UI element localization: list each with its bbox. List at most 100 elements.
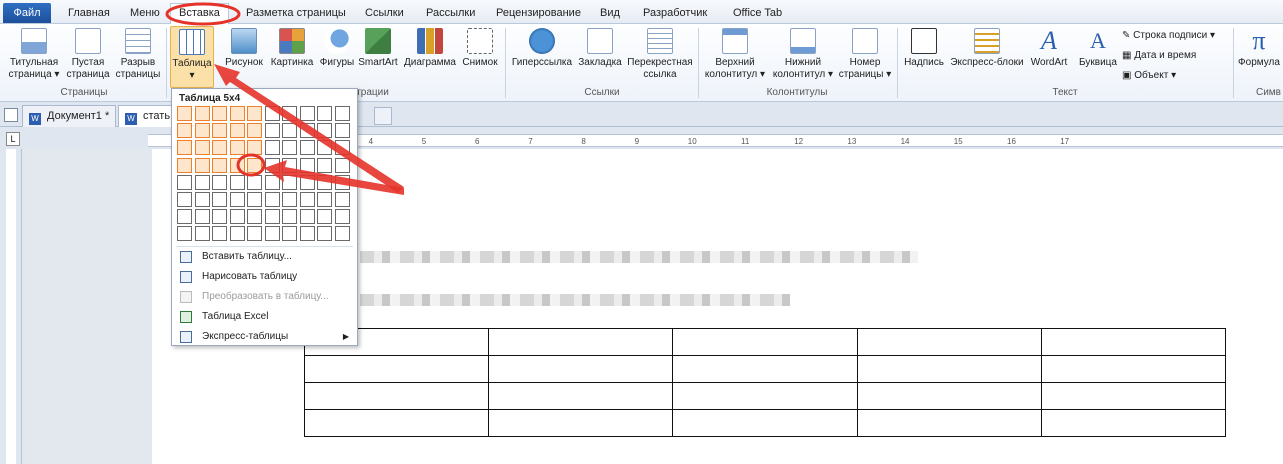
table-grid-cell[interactable] [247, 157, 262, 173]
table-cell[interactable] [1040, 409, 1227, 437]
table-grid-cell[interactable] [282, 209, 297, 225]
table-cell[interactable] [303, 409, 490, 437]
table-grid-cell[interactable] [264, 106, 280, 121]
table-grid-cell[interactable] [194, 106, 210, 121]
table-grid-cell[interactable] [229, 226, 245, 242]
object-button[interactable]: ▣ Объект ▾ [1122, 68, 1176, 84]
table-grid-cell[interactable] [264, 226, 280, 242]
blank-page-button[interactable]: Пустая страница [64, 26, 112, 81]
table-cell[interactable] [488, 328, 674, 356]
tab-developer[interactable]: Разработчик [643, 3, 707, 24]
table-grid-cell[interactable] [299, 192, 315, 207]
table-grid-cell[interactable] [177, 140, 192, 156]
table-grid-cell[interactable] [177, 106, 192, 121]
table-grid-cell[interactable] [177, 157, 192, 173]
tab-menu[interactable]: Меню [130, 3, 160, 24]
table-cell[interactable] [856, 382, 1042, 410]
textbox-button[interactable]: Надпись [900, 26, 948, 69]
table-grid-cell[interactable] [212, 192, 227, 207]
table-grid-cell[interactable] [299, 140, 315, 156]
table-cell[interactable] [1040, 355, 1227, 383]
picture-button[interactable]: Рисунок [222, 26, 266, 69]
table-grid-cell[interactable] [212, 209, 227, 225]
table-grid-cell[interactable] [212, 123, 227, 139]
tab-office-tab[interactable]: Office Tab [733, 3, 782, 24]
table-grid-cell[interactable] [334, 123, 350, 139]
shapes-button[interactable]: Фигуры [318, 26, 356, 69]
tab-insert[interactable]: Вставка [170, 3, 229, 24]
table-cell[interactable] [856, 355, 1042, 383]
tab-references[interactable]: Ссылки [365, 3, 404, 24]
table-grid-cell[interactable] [282, 123, 297, 139]
table-grid-cell[interactable] [334, 174, 350, 190]
table-grid-cell[interactable] [299, 123, 315, 139]
table-cell[interactable] [1040, 328, 1227, 356]
table-cell[interactable] [672, 409, 858, 437]
table-grid-cell[interactable] [177, 192, 192, 207]
table-grid-cell[interactable] [212, 174, 227, 190]
table-grid-cell[interactable] [282, 157, 297, 173]
table-grid-cell[interactable] [264, 209, 280, 225]
table-grid-cell[interactable] [334, 157, 350, 173]
table-grid-cell[interactable] [194, 209, 210, 225]
vertical-ruler[interactable] [0, 149, 22, 464]
signature-line-button[interactable]: ✎ Строка подписи ▾ [1122, 28, 1215, 44]
page-break-button[interactable]: Разрыв страницы [114, 26, 162, 81]
tab-page-layout[interactable]: Разметка страницы [246, 3, 346, 24]
chart-button[interactable]: Диаграмма [402, 26, 458, 69]
table-grid-cell[interactable] [299, 174, 315, 190]
new-tab-icon[interactable] [374, 107, 392, 125]
table-grid-cell[interactable] [282, 140, 297, 156]
table-grid-cell[interactable] [334, 192, 350, 207]
table-grid-cell[interactable] [194, 140, 210, 156]
table-grid-cell[interactable] [229, 157, 245, 173]
screenshot-button[interactable]: Снимок [458, 26, 502, 69]
table-grid-cell[interactable] [194, 226, 210, 242]
table-grid-cell[interactable] [177, 174, 192, 190]
table-grid-cell[interactable] [212, 106, 227, 121]
quick-tables-item[interactable]: Экспресс-таблицы ▶ [172, 327, 357, 347]
table-grid-cell[interactable] [317, 106, 332, 121]
table-grid-cell[interactable] [212, 226, 227, 242]
table-grid-cell[interactable] [177, 123, 192, 139]
doc-tab-document1[interactable]: WДокумент1 * ✕ [22, 105, 116, 127]
table-grid-cell[interactable] [264, 123, 280, 139]
table-grid-cell[interactable] [229, 192, 245, 207]
quick-parts-button[interactable]: Экспресс-блоки [950, 26, 1024, 69]
wordart-button[interactable]: A WordArt [1026, 26, 1072, 69]
table-grid-cell[interactable] [264, 192, 280, 207]
table-grid-cell[interactable] [264, 174, 280, 190]
smartart-button[interactable]: SmartArt [356, 26, 400, 69]
cover-page-button[interactable]: Титульная страница ▾ [6, 26, 62, 81]
table-button[interactable]: Таблица ▾ [170, 26, 214, 88]
table-grid-cell[interactable] [317, 140, 332, 156]
document-table[interactable] [303, 328, 1227, 437]
table-cell[interactable] [672, 382, 858, 410]
table-grid-cell[interactable] [212, 140, 227, 156]
table-cell[interactable] [488, 382, 674, 410]
table-grid-cell[interactable] [229, 209, 245, 225]
table-grid-cell[interactable] [229, 140, 245, 156]
table-cell[interactable] [303, 355, 490, 383]
excel-table-item[interactable]: Таблица Excel [172, 307, 357, 327]
table-cell[interactable] [488, 409, 674, 437]
table-grid-cell[interactable] [299, 226, 315, 242]
table-grid-cell[interactable] [334, 140, 350, 156]
table-grid-cell[interactable] [264, 157, 280, 173]
tab-view[interactable]: Вид [600, 3, 620, 24]
table-grid-cell[interactable] [247, 192, 262, 207]
insert-table-item[interactable]: Вставить таблицу... [172, 247, 357, 267]
draw-table-item[interactable]: Нарисовать таблицу [172, 267, 357, 287]
table-grid-cell[interactable] [247, 209, 262, 225]
tab-home[interactable]: Главная [68, 3, 110, 24]
table-grid-cell[interactable] [194, 174, 210, 190]
hyperlink-button[interactable]: Гиперссылка [510, 26, 574, 69]
table-cell[interactable] [488, 355, 674, 383]
tab-review[interactable]: Рецензирование [496, 3, 581, 24]
formula-button[interactable]: π Формула [1236, 26, 1282, 69]
table-grid-cell[interactable] [299, 106, 315, 121]
table-grid-cell[interactable] [194, 157, 210, 173]
table-grid-cell[interactable] [299, 157, 315, 173]
table-cell[interactable] [672, 328, 858, 356]
tab-stop-selector[interactable]: L [6, 132, 20, 146]
